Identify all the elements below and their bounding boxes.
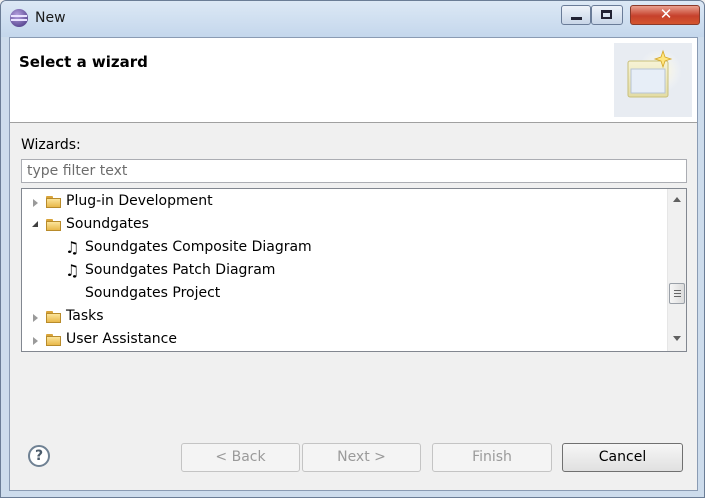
dialog-body: Select a wizard Wizards: type filter tex… [9, 37, 698, 491]
folder-icon [46, 311, 62, 323]
help-button[interactable]: ? [28, 445, 50, 467]
filter-input[interactable] [21, 159, 687, 183]
tree-item-soundgates-composite-diagram[interactable]: ♫ Soundgates Composite Diagram [22, 237, 667, 260]
tree-item-label: Soundgates Project [85, 285, 221, 301]
folder-icon [46, 196, 62, 208]
page-title: Select a wizard [19, 53, 148, 71]
scroll-up-icon[interactable] [673, 197, 681, 202]
tree-item-label: Soundgates [66, 216, 149, 232]
expand-arrow-icon[interactable] [33, 337, 38, 345]
tree-item-label: Plug-in Development [66, 193, 213, 209]
music-note-icon: ♫ [65, 261, 80, 280]
tree-item-soundgates-project[interactable]: Soundgates Project [22, 283, 667, 306]
tree-scrollbar[interactable] [667, 189, 686, 351]
new-wizard-dialog: New ✕ Select a wizard Wizards: type filt… [0, 0, 705, 498]
wizards-label: Wizards: [21, 137, 81, 153]
close-button[interactable]: ✕ [630, 5, 700, 25]
tree-item-label: Soundgates Patch Diagram [85, 262, 276, 278]
cancel-button[interactable]: Cancel [562, 443, 683, 472]
tree-item-tasks[interactable]: Tasks [22, 306, 667, 329]
minimize-button[interactable] [561, 5, 591, 25]
expand-arrow-icon[interactable] [33, 199, 38, 207]
scroll-thumb[interactable] [669, 283, 685, 304]
new-wizard-icon [614, 43, 692, 117]
maximize-button[interactable] [591, 5, 623, 25]
tree-item-label: Soundgates Composite Diagram [85, 239, 312, 255]
tree-item-plug-in-development[interactable]: Plug-in Development [22, 191, 667, 214]
minimize-icon [571, 17, 582, 20]
finish-button[interactable]: Finish [432, 443, 552, 472]
tree-item-user-assistance[interactable]: User Assistance [22, 329, 667, 351]
close-icon: ✕ [659, 5, 673, 23]
folder-open-icon [46, 219, 62, 231]
wizard-banner: Select a wizard [10, 38, 697, 123]
title-bar[interactable]: New ✕ [1, 1, 704, 37]
grip-icon [674, 290, 681, 291]
collapse-arrow-icon[interactable] [32, 221, 38, 227]
tree-item-label: User Assistance [66, 331, 177, 347]
next-button[interactable]: Next > [302, 443, 421, 472]
music-note-icon: ♫ [65, 238, 80, 257]
tree-item-soundgates-patch-diagram[interactable]: ♫ Soundgates Patch Diagram [22, 260, 667, 283]
back-button[interactable]: < Back [181, 443, 300, 472]
window-title: New [35, 10, 66, 26]
wizard-tree[interactable]: Plug-in Development Soundgates ♫ Soundga… [21, 188, 687, 352]
scroll-down-icon[interactable] [673, 336, 681, 341]
folder-icon [46, 334, 62, 346]
eclipse-icon [10, 9, 28, 27]
tree-item-soundgates[interactable]: Soundgates [22, 214, 667, 237]
maximize-icon [601, 10, 612, 19]
tree-item-label: Tasks [66, 308, 104, 324]
expand-arrow-icon[interactable] [33, 314, 38, 322]
